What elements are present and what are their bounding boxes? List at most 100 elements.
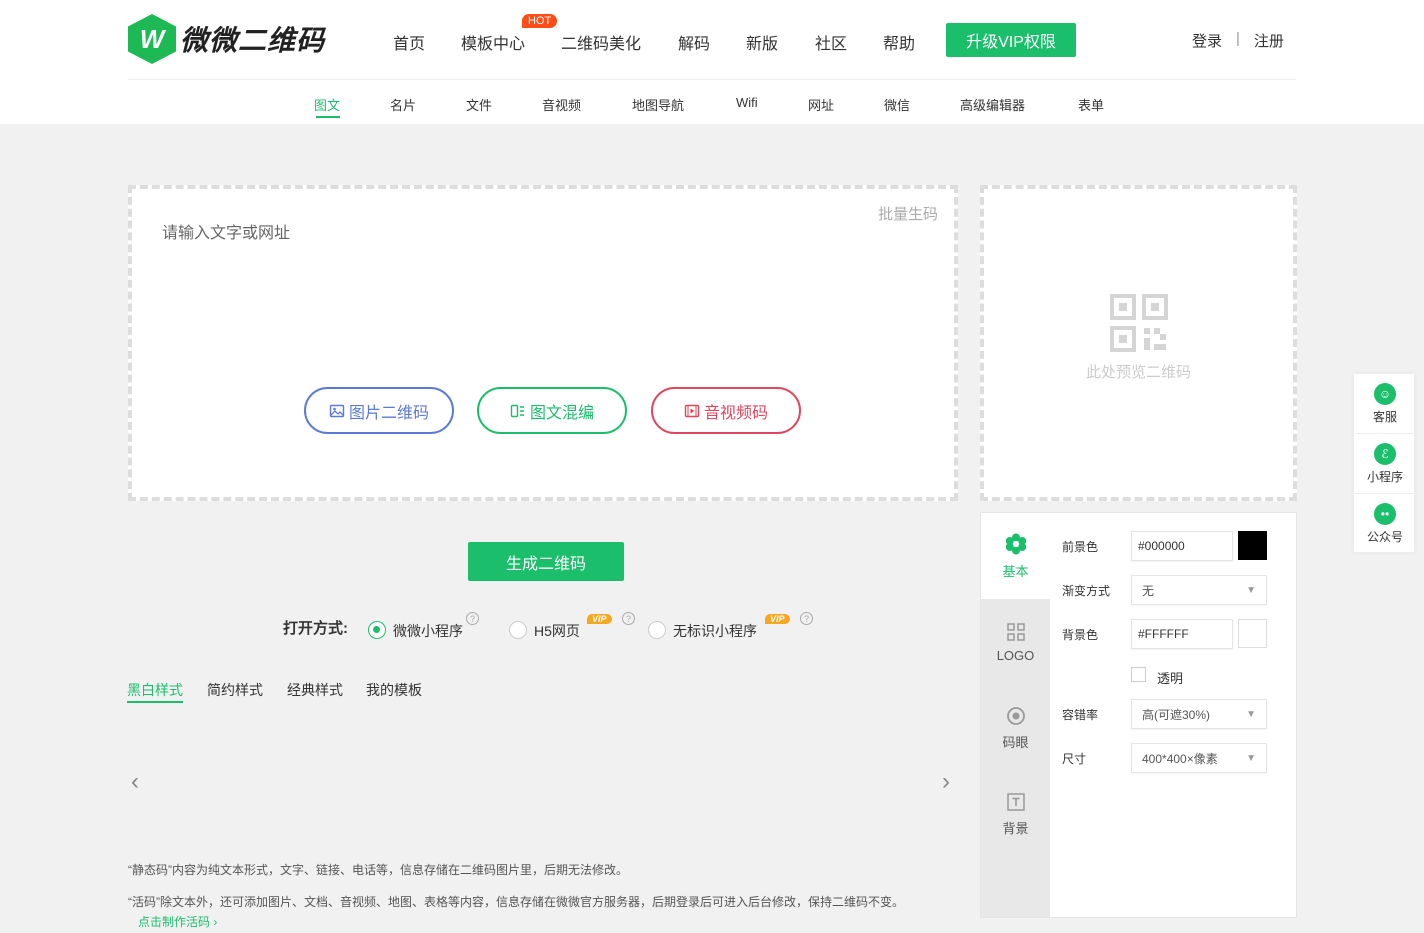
- transparent-label[interactable]: 透明: [1157, 668, 1183, 687]
- error-correction-label: 容错率: [1062, 708, 1099, 722]
- settings-tabs: 基本 LOGO 码眼 背景: [981, 513, 1050, 917]
- nav-templates[interactable]: 模板中心: [461, 30, 525, 54]
- tab-wechat[interactable]: 微信: [884, 95, 910, 114]
- audio-video-code-label: 音视频码: [703, 404, 768, 422]
- header: W 微微二维码 首页 模板中心 HOT 二维码美化 解码 新版 社区 帮助 升级…: [0, 0, 1424, 124]
- radio-unbranded-mini-program[interactable]: [648, 621, 666, 639]
- error-correction-value: 高(可遮30%): [1142, 707, 1211, 722]
- nav-help[interactable]: 帮助: [883, 30, 915, 54]
- header-divider: [128, 79, 1296, 80]
- settings-tab-basic[interactable]: 基本: [981, 513, 1050, 599]
- gradient-select[interactable]: 无 ▼: [1131, 575, 1267, 605]
- tab-advanced-editor[interactable]: 高级编辑器: [960, 95, 1025, 114]
- wechat-icon: ••: [1374, 503, 1396, 525]
- carousel-prev-icon[interactable]: ‹: [131, 768, 139, 796]
- upgrade-vip-button[interactable]: 升级VIP权限: [946, 23, 1076, 57]
- style-settings-panel: 基本 LOGO 码眼 背景 前景色 #000000 渐变方式 无 ▼ 背景色 #…: [980, 512, 1297, 918]
- style-tab-underline: [127, 701, 183, 703]
- nav-new-version[interactable]: 新版: [746, 30, 778, 54]
- register-link[interactable]: 注册: [1254, 30, 1284, 51]
- mini-program-label: 小程序: [1366, 469, 1403, 484]
- image-icon: [329, 404, 345, 417]
- image-qrcode-button[interactable]: 图片二维码: [304, 387, 454, 434]
- live-code-note: “活码”除文本外，还可添加图片、文档、音视频、地图、表格等内容，信息存储在微微官…: [128, 895, 904, 909]
- help-icon[interactable]: ?: [622, 612, 635, 625]
- settings-tab-background[interactable]: 背景: [981, 771, 1050, 857]
- tab-form[interactable]: 表单: [1078, 95, 1104, 114]
- bg-color-input[interactable]: #FFFFFF: [1131, 619, 1233, 649]
- official-account-label: 公众号: [1366, 530, 1403, 544]
- settings-tab-background-label: 背景: [1002, 820, 1029, 836]
- help-icon[interactable]: ?: [800, 612, 813, 625]
- tab-my-templates[interactable]: 我的模板: [366, 680, 422, 700]
- tab-url[interactable]: 网址: [808, 95, 834, 114]
- tab-audio-video[interactable]: 音视频: [542, 95, 581, 114]
- mixed-content-button[interactable]: 图文混编: [477, 387, 627, 434]
- size-select[interactable]: 400*400×像素 ▼: [1131, 743, 1267, 773]
- bg-color-swatch[interactable]: [1238, 619, 1267, 648]
- qrcode-placeholder-icon: [1110, 294, 1168, 352]
- static-code-note: “静态码”内容为纯文本形式，文字、链接、电话等，信息存储在二维码图片里，后期无法…: [128, 863, 628, 877]
- eye-icon: [1006, 706, 1025, 725]
- mini-program-button[interactable]: ℰ 小程序: [1354, 434, 1416, 494]
- tab-simple-style[interactable]: 简约样式: [207, 680, 263, 700]
- headset-icon: ☺: [1374, 382, 1396, 405]
- help-icon[interactable]: ?: [466, 612, 479, 625]
- document-icon: [510, 404, 524, 417]
- size-value: 400*400×像素: [1142, 751, 1218, 766]
- content-editor[interactable]: 请输入文字或网址 批量生码 图片二维码 图文混编 音视频码: [128, 185, 958, 501]
- customer-service-button[interactable]: ☺ 客服: [1354, 374, 1416, 434]
- customer-service-label: 客服: [1372, 409, 1397, 424]
- audio-video-code-button[interactable]: 音视频码: [651, 387, 801, 434]
- settings-tab-logo-label: LOGO: [996, 647, 1035, 663]
- make-live-code-link[interactable]: 点击制作活码 ›: [138, 913, 217, 930]
- nav-decode[interactable]: 解码: [678, 30, 710, 54]
- logo[interactable]: W 微微二维码: [128, 14, 325, 64]
- settings-tab-logo[interactable]: LOGO: [981, 599, 1050, 685]
- nav-home[interactable]: 首页: [393, 30, 425, 54]
- settings-tab-eye-label: 码眼: [1002, 734, 1029, 750]
- film-icon: [684, 404, 700, 417]
- tab-card[interactable]: 名片: [390, 95, 416, 114]
- fg-color-label: 前景色: [1062, 540, 1099, 554]
- fg-color-swatch[interactable]: [1238, 531, 1267, 560]
- chevron-down-icon: ▼: [1246, 752, 1256, 764]
- generate-qrcode-button[interactable]: 生成二维码: [468, 542, 624, 581]
- settings-tab-eye[interactable]: 码眼: [981, 685, 1050, 771]
- tab-bw-style[interactable]: 黑白样式: [127, 680, 183, 700]
- radio-h5-label[interactable]: H5网页: [534, 621, 580, 641]
- nav-beautify[interactable]: 二维码美化: [561, 30, 641, 54]
- chevron-down-icon: ▼: [1246, 584, 1256, 596]
- transparent-checkbox[interactable]: [1131, 667, 1146, 682]
- grid-icon: [1006, 622, 1025, 641]
- radio-unbranded-label[interactable]: 无标识小程序: [673, 621, 757, 641]
- open-mode-label: 打开方式:: [283, 620, 348, 637]
- login-link[interactable]: 登录: [1192, 30, 1222, 51]
- text-box-icon: [1006, 792, 1025, 811]
- flower-icon: [1005, 533, 1026, 554]
- tab-map[interactable]: 地图导航: [632, 95, 684, 114]
- auth-separator: |: [1236, 30, 1240, 47]
- settings-tab-basic-label: 基本: [1002, 563, 1029, 579]
- tab-image-text[interactable]: 图文: [314, 95, 340, 114]
- carousel-next-icon[interactable]: ›: [942, 768, 950, 796]
- error-correction-select[interactable]: 高(可遮30%) ▼: [1131, 699, 1267, 729]
- editor-placeholder[interactable]: 请输入文字或网址: [162, 219, 290, 243]
- bg-color-label: 背景色: [1062, 628, 1099, 642]
- floating-service-bar: ☺ 客服 ℰ 小程序 •• 公众号: [1353, 373, 1416, 554]
- vip-badge: VIP: [765, 614, 790, 624]
- fg-color-input[interactable]: #000000: [1131, 531, 1233, 561]
- radio-mini-program[interactable]: [368, 621, 386, 639]
- tab-wifi[interactable]: Wifi: [736, 95, 758, 110]
- auth-links: 登录 | 注册: [1192, 30, 1284, 51]
- mixed-content-label: 图文混编: [529, 404, 594, 422]
- official-account-button[interactable]: •• 公众号: [1354, 494, 1416, 554]
- batch-generate-link[interactable]: 批量生码: [878, 203, 938, 224]
- radio-mini-program-label[interactable]: 微微小程序: [393, 621, 463, 641]
- active-tab-underline: [316, 116, 340, 118]
- tab-file[interactable]: 文件: [466, 95, 492, 114]
- radio-h5[interactable]: [509, 621, 527, 639]
- nav-community[interactable]: 社区: [815, 30, 847, 54]
- tab-classic-style[interactable]: 经典样式: [287, 680, 343, 700]
- hot-badge: HOT: [522, 14, 558, 28]
